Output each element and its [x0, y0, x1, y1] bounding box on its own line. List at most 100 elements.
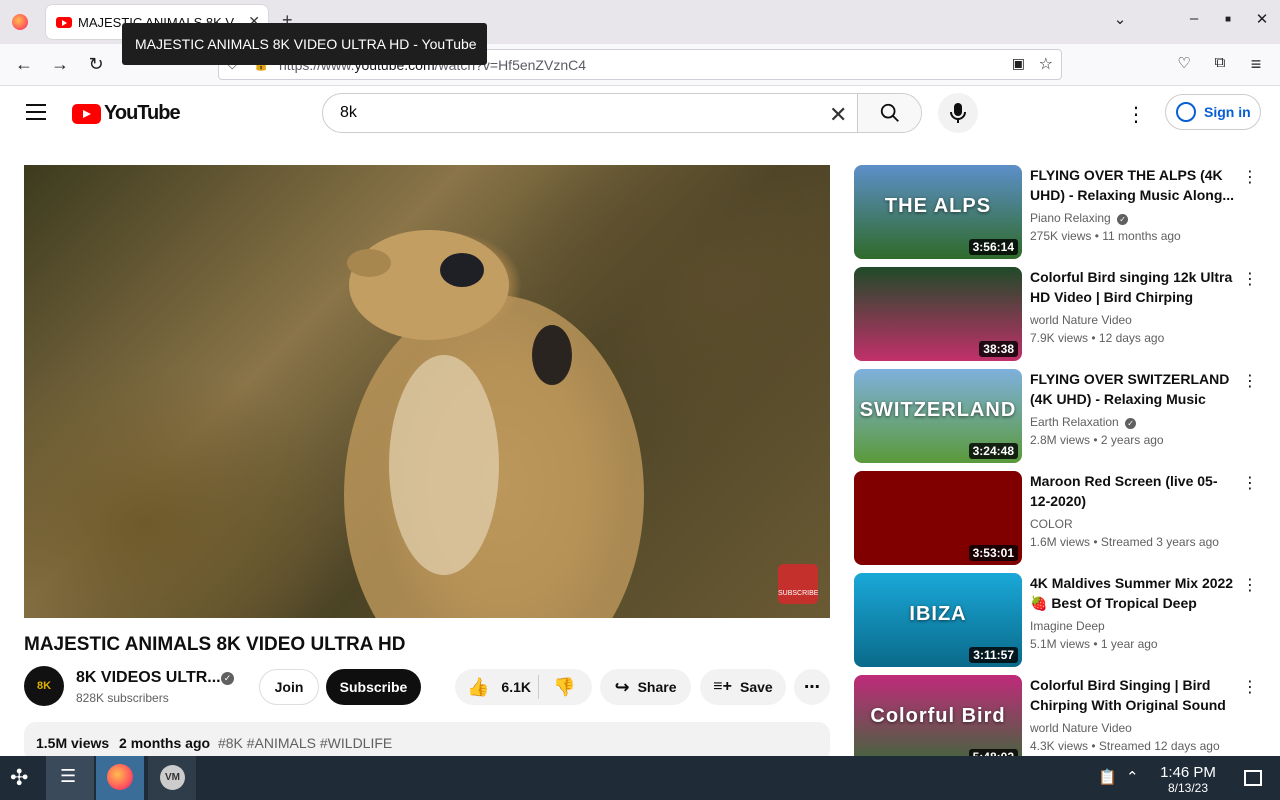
- task-manager-icon[interactable]: ☰: [46, 756, 94, 800]
- recommendation-item[interactable]: SWITZERLAND 3:24:48 FLYING OVER SWITZERLAN…: [854, 369, 1258, 463]
- video-player[interactable]: SUBSCRIBE: [24, 165, 830, 618]
- recommendation-channel[interactable]: Imagine Deep: [1030, 619, 1105, 633]
- video-duration: 38:38: [979, 341, 1018, 357]
- view-count: 1.5M views: [36, 735, 110, 751]
- recommendation-meta: 275K views • 11 months ago: [1030, 229, 1181, 243]
- verified-badge-icon: ✓: [1125, 418, 1137, 429]
- channel-avatar[interactable]: 8K: [24, 666, 64, 706]
- like-count: 6.1K: [501, 679, 531, 695]
- app-launcher-icon[interactable]: ✣: [0, 756, 48, 800]
- menu-icon[interactable]: ≡: [1244, 54, 1268, 75]
- close-window-icon[interactable]: ✕: [1250, 10, 1274, 28]
- recommendation-title[interactable]: FLYING OVER SWITZERLAND (4K UHD) - Relax…: [1030, 369, 1235, 409]
- recommendation-channel[interactable]: Piano Relaxing ✓: [1030, 211, 1129, 225]
- video-thumbnail[interactable]: SWITZERLAND 3:24:48: [854, 369, 1022, 463]
- recommendation-menu-icon[interactable]: ⋮: [1242, 473, 1258, 493]
- video-thumbnail[interactable]: 3:53:01: [854, 471, 1022, 565]
- vm-app-icon[interactable]: VM: [148, 756, 196, 800]
- recommendation-meta: 4.3K views • Streamed 12 days ago: [1030, 739, 1220, 753]
- recommendation-menu-icon[interactable]: ⋮: [1242, 167, 1258, 187]
- guide-menu-icon[interactable]: [26, 104, 46, 120]
- recommendation-item[interactable]: Colorful Bird5:48:02Colorful Bird Singin…: [854, 675, 1258, 769]
- video-thumbnail[interactable]: IBIZA 3:11:57: [854, 573, 1022, 667]
- recommendation-channel[interactable]: world Nature Video: [1030, 721, 1132, 735]
- video-duration: 3:53:01: [968, 545, 1018, 561]
- recommendation-meta: 2.8M views • 2 years ago: [1030, 433, 1164, 447]
- firefox-view-icon[interactable]: [12, 14, 28, 30]
- recommendation-channel[interactable]: world Nature Video: [1030, 313, 1132, 327]
- subscriber-count: 828K subscribers: [76, 691, 169, 705]
- clear-search-icon[interactable]: ✕: [829, 102, 847, 128]
- show-desktop-icon[interactable]: [1244, 770, 1262, 786]
- recommendation-title[interactable]: 4K Maldives Summer Mix 2022 🍓 Best Of Tr…: [1030, 573, 1235, 613]
- video-thumbnail[interactable]: THE ALPS 3:56:14: [854, 165, 1022, 259]
- share-button[interactable]: ↪ Share: [600, 669, 691, 705]
- back-icon[interactable]: ←: [12, 54, 36, 75]
- recommendation-item[interactable]: 3:53:01 Maroon Red Screen (live 05-12-202…: [854, 471, 1258, 565]
- recommendation-channel-name: Piano Relaxing: [1030, 211, 1111, 225]
- recommendation-menu-icon[interactable]: ⋮: [1242, 371, 1258, 391]
- recommendation-menu-icon[interactable]: ⋮: [1242, 677, 1258, 697]
- bookmark-star-icon[interactable]: ☆: [1039, 54, 1053, 74]
- video-thumbnail[interactable]: Colorful Bird5:48:02: [854, 675, 1022, 769]
- video-title: MAJESTIC ANIMALS 8K VIDEO ULTRA HD: [24, 634, 406, 655]
- thumbnail-overlay-text: THE ALPS: [884, 195, 992, 217]
- channel-name[interactable]: 8K VIDEOS ULTR...: [76, 669, 221, 687]
- save-label: Save: [739, 679, 773, 695]
- pocket-icon[interactable]: ♡: [1172, 54, 1196, 72]
- subscribe-button[interactable]: Subscribe: [326, 669, 421, 705]
- recommendation-item[interactable]: THE ALPS 3:56:14 FLYING OVER THE ALPS (4K …: [854, 165, 1258, 259]
- voice-search-button[interactable]: [938, 93, 978, 133]
- clipboard-icon[interactable]: 📋: [1098, 768, 1117, 786]
- like-button[interactable]: 👍 6.1K: [455, 675, 539, 699]
- recommendation-title[interactable]: Colorful Bird Singing | Bird Chirping Wi…: [1030, 675, 1235, 715]
- save-button[interactable]: ≡+ Save: [700, 669, 786, 705]
- maximize-icon[interactable]: ■: [1216, 14, 1240, 25]
- dislike-button[interactable]: 👎: [553, 677, 575, 698]
- clock-date: 8/13/23: [1167, 781, 1209, 795]
- forward-icon[interactable]: →: [48, 54, 72, 75]
- youtube-logo[interactable]: YouTube: [72, 102, 181, 125]
- youtube-logo-text: YouTube: [104, 102, 181, 124]
- recommendation-title[interactable]: Colorful Bird singing 12k Ultra HD Video…: [1030, 267, 1235, 307]
- recommendation-meta: 7.9K views • 12 days ago: [1030, 331, 1165, 345]
- recommendation-item[interactable]: IBIZA 3:11:57 4K Maldives Summer Mix 2022 …: [854, 573, 1258, 667]
- more-horizontal-icon: ⋯: [804, 679, 820, 696]
- microphone-icon: [950, 103, 966, 123]
- tray-expand-icon[interactable]: ⌃: [1126, 768, 1139, 786]
- join-button[interactable]: Join: [259, 669, 319, 705]
- recommendation-title[interactable]: FLYING OVER THE ALPS (4K UHD) - Relaxing…: [1030, 165, 1235, 205]
- recommendation-title[interactable]: Maroon Red Screen (live 05-12-2020): [1030, 471, 1235, 511]
- recommendation-menu-icon[interactable]: ⋮: [1242, 575, 1258, 595]
- settings-kebab-icon[interactable]: ⋮: [1126, 102, 1146, 127]
- tab-tooltip: MAJESTIC ANIMALS 8K VIDEO ULTRA HD - You…: [122, 23, 487, 65]
- recommendation-meta: 1.6M views • Streamed 3 years ago: [1030, 535, 1219, 549]
- thumbs-up-icon: 👍: [467, 676, 490, 697]
- extensions-icon[interactable]: ⧉: [1208, 54, 1232, 71]
- video-duration: 3:56:14: [968, 239, 1018, 255]
- minimize-icon[interactable]: –: [1182, 10, 1206, 27]
- recommendation-channel-name: Imagine Deep: [1030, 619, 1105, 633]
- video-duration: 3:24:48: [968, 443, 1018, 459]
- reload-icon[interactable]: ↻: [84, 54, 108, 75]
- recommendation-channel[interactable]: Earth Relaxation ✓: [1030, 415, 1137, 429]
- search-button[interactable]: [857, 94, 921, 132]
- recommendation-channel[interactable]: COLOR: [1030, 517, 1073, 531]
- recommendation-item[interactable]: 38:38 Colorful Bird singing 12k Ultra HD …: [854, 267, 1258, 361]
- firefox-taskbar-icon[interactable]: [96, 756, 144, 800]
- subscribe-watermark[interactable]: SUBSCRIBE: [778, 564, 818, 604]
- list-all-tabs-icon[interactable]: ⌄: [1108, 10, 1132, 28]
- clock[interactable]: 1:46 PM 8/13/23: [1150, 764, 1226, 795]
- recommendation-channel-name: world Nature Video: [1030, 721, 1132, 735]
- reader-view-icon[interactable]: ▣: [1012, 55, 1025, 72]
- recommendation-channel-name: COLOR: [1030, 517, 1073, 531]
- sign-in-button[interactable]: Sign in: [1165, 94, 1261, 130]
- video-thumbnail[interactable]: 38:38: [854, 267, 1022, 361]
- more-actions-button[interactable]: ⋯: [794, 669, 830, 705]
- recommendation-menu-icon[interactable]: ⋮: [1242, 269, 1258, 289]
- os-taskbar: ✣ ☰ VM 📋 ⌃ 1:46 PM 8/13/23: [0, 756, 1280, 800]
- search-input[interactable]: [340, 104, 810, 122]
- hashtags[interactable]: #8K #ANIMALS #WILDLIFE: [218, 735, 392, 751]
- thumbnail-overlay-text: IBIZA: [909, 603, 967, 625]
- thumbnail-overlay-text: SWITZERLAND: [859, 399, 1017, 421]
